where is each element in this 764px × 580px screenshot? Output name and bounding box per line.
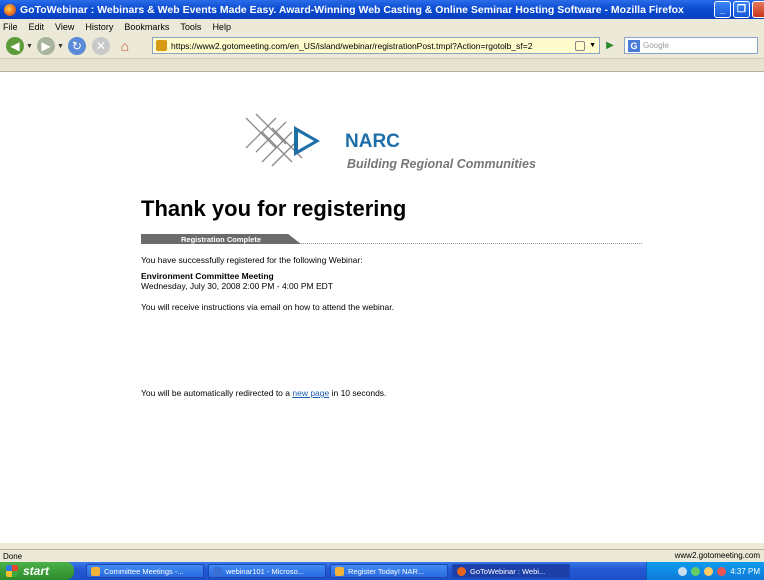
windows-flag-icon xyxy=(6,565,18,577)
forward-button[interactable]: ▶ xyxy=(36,37,55,55)
registered-message: You have successfully registered for the… xyxy=(141,255,363,265)
taskbar-task[interactable]: webinar101 - Microso... xyxy=(208,564,326,578)
home-button[interactable]: ⌂ xyxy=(116,37,134,55)
window-title: GoToWebinar : Webinars & Web Events Made… xyxy=(20,3,684,16)
window-titlebar: GoToWebinar : Webinars & Web Events Made… xyxy=(0,0,764,19)
email-icon xyxy=(335,566,344,576)
search-placeholder: Google xyxy=(643,41,669,50)
menu-tools[interactable]: Tools xyxy=(180,22,201,32)
taskbar-tasks: Committee Meetings -... webinar101 - Mic… xyxy=(86,564,570,578)
brand-tagline: Building Regional Communities xyxy=(347,157,536,171)
menu-edit[interactable]: Edit xyxy=(29,22,45,32)
taskbar-task[interactable]: Register Today! NAR... xyxy=(330,564,448,578)
go-button[interactable]: ▶ xyxy=(603,38,617,52)
menu-history[interactable]: History xyxy=(85,22,113,32)
security-icon[interactable] xyxy=(717,566,727,576)
task-label: Register Today! NAR... xyxy=(348,566,425,576)
reload-button[interactable]: ↻ xyxy=(67,37,86,55)
task-label: Committee Meetings -... xyxy=(104,566,184,576)
lock-icon[interactable] xyxy=(575,40,586,51)
event-name: Environment Committee Meeting xyxy=(141,271,274,281)
search-box[interactable]: G Google xyxy=(624,37,758,54)
menu-bookmarks[interactable]: Bookmarks xyxy=(124,22,169,32)
registration-complete-tab: Registration Complete xyxy=(141,234,301,244)
start-button[interactable]: start xyxy=(0,562,74,580)
windows-taskbar: start Committee Meetings -... webinar101… xyxy=(0,562,764,580)
menu-help[interactable]: Help xyxy=(212,22,231,32)
redirect-message: You will be automatically redirected to … xyxy=(141,388,386,398)
google-engine-icon[interactable]: G xyxy=(628,39,640,52)
minimize-button[interactable]: _ xyxy=(714,1,731,18)
task-label: GoToWebinar : Webi... xyxy=(470,566,546,576)
instructions-message: You will receive instructions via email … xyxy=(141,302,394,312)
section-divider: Registration Complete xyxy=(141,234,642,244)
folder-icon xyxy=(91,566,100,576)
tray-arrow-icon[interactable] xyxy=(678,566,688,576)
stop-button[interactable]: ✕ xyxy=(91,37,110,55)
firefox-icon xyxy=(4,3,16,16)
navigation-toolbar: ◀ ▼ ▶ ▼ ↻ ✕ ⌂ https://www2.gotomeeting.c… xyxy=(0,34,764,58)
task-label: webinar101 - Microso... xyxy=(226,566,304,576)
window-controls: _ ❐ xyxy=(714,1,764,18)
menu-view[interactable]: View xyxy=(55,22,74,32)
taskbar-task[interactable]: Committee Meetings -... xyxy=(86,564,204,578)
system-tray: 4:37 PM xyxy=(646,562,764,580)
url-text[interactable]: https://www2.gotomeeting.com/en_US/islan… xyxy=(171,41,571,51)
redirect-suffix: in 10 seconds. xyxy=(329,388,387,398)
event-time: Wednesday, July 30, 2008 2:00 PM - 4:00 … xyxy=(141,281,333,291)
back-button[interactable]: ◀ xyxy=(6,37,24,55)
close-button[interactable] xyxy=(752,1,764,18)
status-host: www2.gotomeeting.com xyxy=(674,551,760,560)
address-bar[interactable]: https://www2.gotomeeting.com/en_US/islan… xyxy=(152,37,600,54)
clock[interactable]: 4:37 PM xyxy=(730,567,760,576)
network-icon[interactable] xyxy=(691,566,701,576)
redirect-prefix: You will be automatically redirected to … xyxy=(141,388,293,398)
volume-icon[interactable] xyxy=(704,566,714,576)
status-text: Done xyxy=(3,551,23,561)
site-favicon-icon xyxy=(156,40,167,51)
bookmarks-toolbar xyxy=(0,58,764,72)
status-bar: Done www2.gotomeeting.com xyxy=(0,549,764,562)
firefox-icon xyxy=(457,566,466,576)
maximize-button[interactable]: ❐ xyxy=(733,1,750,18)
new-page-link[interactable]: new page xyxy=(292,388,329,398)
taskbar-task[interactable]: GoToWebinar : Webi... xyxy=(452,564,570,578)
menu-bar: File Edit View History Bookmarks Tools H… xyxy=(0,19,764,34)
forward-dropdown-icon[interactable]: ▼ xyxy=(57,43,64,50)
narc-logo-icon xyxy=(245,113,320,167)
menu-file[interactable]: File xyxy=(3,22,18,32)
url-dropdown-icon[interactable]: ▼ xyxy=(589,42,596,49)
back-dropdown-icon[interactable]: ▼ xyxy=(26,43,33,50)
page-content: NARC Building Regional Communities Thank… xyxy=(0,72,764,543)
brand-name: NARC xyxy=(345,131,400,152)
page-title: Thank you for registering xyxy=(141,196,407,221)
word-document-icon xyxy=(213,566,222,576)
start-label: start xyxy=(23,564,50,578)
